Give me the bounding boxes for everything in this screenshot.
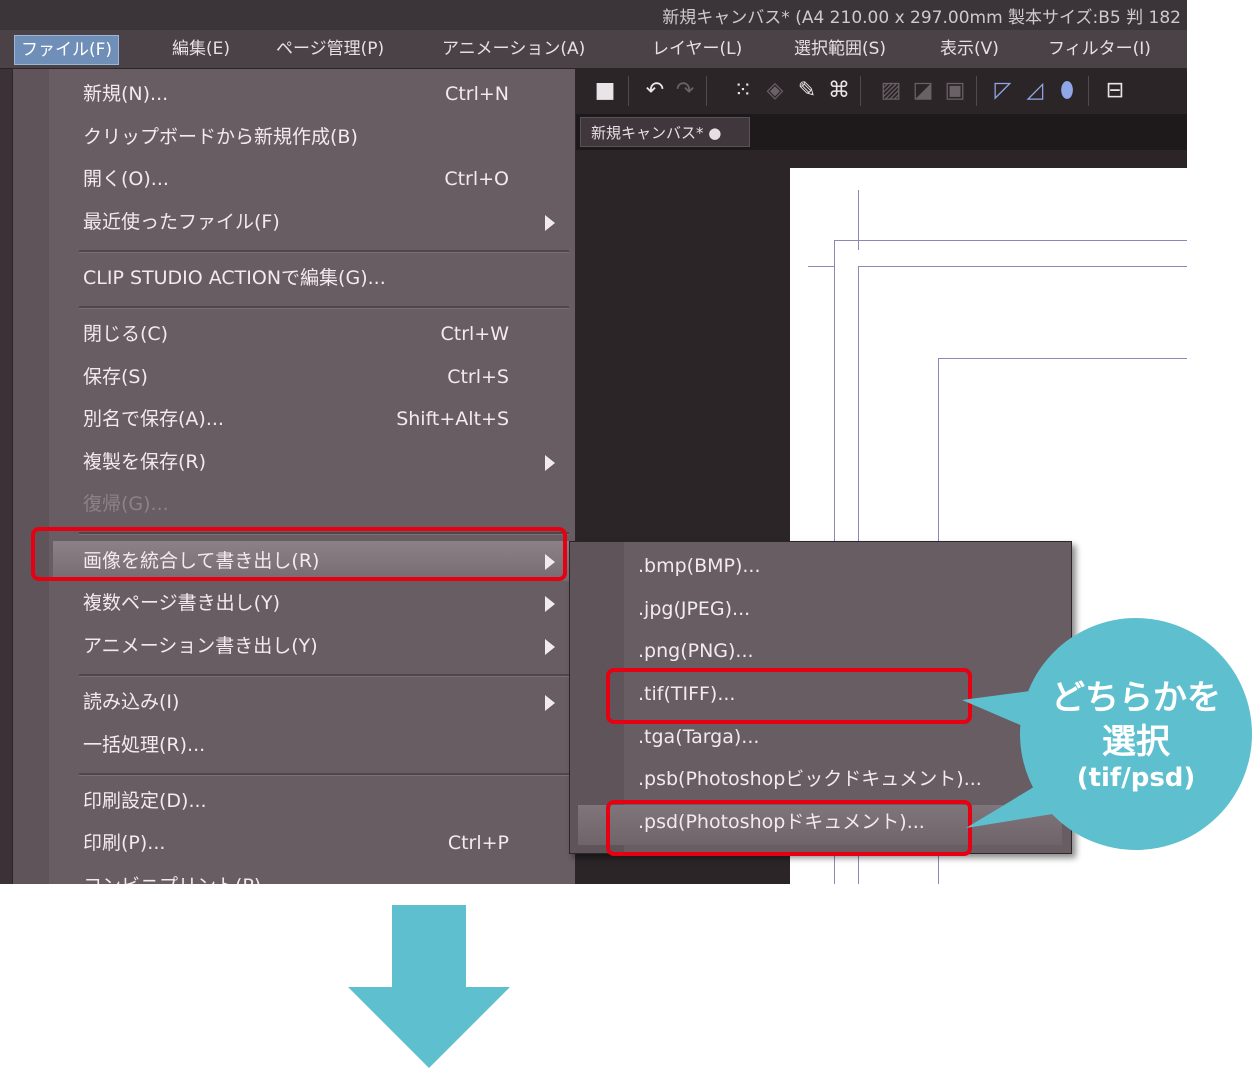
shortcut: Ctrl+W [440, 323, 509, 345]
snap-special-ruler-icon[interactable]: ◿ [1022, 78, 1048, 104]
crop-icon[interactable]: ▨ [878, 78, 904, 104]
save-icon[interactable]: ■ [592, 78, 618, 104]
menu-item-print-settings[interactable]: 印刷設定(D)... [83, 783, 555, 819]
submenu-arrow-icon [545, 639, 555, 655]
file-menu: 新規(N)... Ctrl+N クリップボードから新規作成(B) 開く(O)..… [12, 68, 576, 884]
crop-mark [858, 190, 859, 250]
transform-icon[interactable]: ⌘ [826, 78, 852, 104]
export-psb[interactable]: .psb(Photoshopビックドキュメント)... [638, 761, 982, 797]
menu-item-export-animation[interactable]: アニメーション書き出し(Y) [83, 628, 555, 664]
callout-line-3: (tif/psd) [1076, 763, 1196, 793]
down-arrow-icon [348, 905, 510, 1068]
crop-mark [808, 266, 834, 267]
menu-layer[interactable]: レイヤー(L) [646, 35, 748, 63]
menu-separator [79, 674, 569, 677]
menu-item-export-multiple[interactable]: 複数ページ書き出し(Y) [83, 585, 555, 621]
menu-item-close[interactable]: 閉じる(C) Ctrl+W [83, 316, 555, 352]
menu-gutter [13, 69, 49, 884]
invert-icon[interactable]: ◪ [910, 78, 936, 104]
menu-item-import[interactable]: 読み込み(I) [83, 684, 555, 720]
menu-separator [79, 250, 569, 253]
command-toolbar: ■ ↶ ↷ ⁙ ◈ ✎ ⌘ ▨ ◪ ▣ ◸ ◿ ⬮ ⊟ [572, 68, 1187, 114]
window-title: 新規キャンバス* (A4 210.00 x 297.00mm 製本サイズ:B5 … [662, 8, 1181, 28]
menu-item-revert: 復帰(G)... [83, 493, 169, 515]
shortcut: Ctrl+P [447, 832, 509, 854]
menu-selection[interactable]: 選択範囲(S) [788, 35, 892, 63]
shortcut: Ctrl+O [444, 168, 509, 190]
bleed-line [834, 240, 1187, 241]
callout-line-2: 選択 [1102, 722, 1170, 762]
trim-line [858, 266, 1187, 267]
document-tab-strip: 新規キャンバス* ● [572, 114, 1187, 150]
submenu-arrow-icon [545, 596, 555, 612]
menu-bar: ファイル(F) 編集(E) ページ管理(P) アニメーション(A) レイヤー(L… [0, 30, 1187, 69]
submenu-arrow-icon [545, 455, 555, 471]
menu-view[interactable]: 表示(V) [934, 35, 1005, 63]
shortcut: Shift+Alt+S [396, 408, 509, 430]
selection-border-icon[interactable]: ▣ [942, 78, 968, 104]
export-png[interactable]: .png(PNG)... [638, 633, 754, 669]
menu-file[interactable]: ファイル(F) [14, 35, 120, 65]
menu-item-batch-process[interactable]: 一括処理(R)... [83, 727, 555, 763]
callout-balloon: どちらかを 選択 (tif/psd) [1020, 618, 1252, 850]
menu-item-save-duplicate[interactable]: 複製を保存(R) [83, 444, 555, 480]
redo-icon[interactable]: ↷ [672, 78, 698, 104]
tab-new-canvas[interactable]: 新規キャンバス* ● [580, 117, 750, 147]
menu-item-convenience-print[interactable]: コンビニプリント(P) [83, 868, 555, 884]
inner-frame-line [938, 358, 1187, 359]
menu-animation[interactable]: アニメーション(A) [436, 35, 591, 63]
title-bar: 新規キャンバス* (A4 210.00 x 297.00mm 製本サイズ:B5 … [0, 0, 1187, 30]
highlight-box-export-single [31, 527, 567, 581]
submenu-arrow-icon [545, 215, 555, 231]
callout-line-1: どちらかを [1051, 678, 1221, 718]
menu-item-recent-files[interactable]: 最近使ったファイル(F) [83, 204, 555, 240]
export-bmp[interactable]: .bmp(BMP)... [638, 548, 761, 584]
submenu-arrow-icon [545, 695, 555, 711]
menu-edit[interactable]: 編集(E) [166, 35, 236, 63]
snap-ruler-icon[interactable]: ◸ [990, 78, 1016, 104]
export-jpg[interactable]: .jpg(JPEG)... [638, 591, 750, 627]
app-window: 新規キャンバス* (A4 210.00 x 297.00mm 製本サイズ:B5 … [0, 0, 1187, 884]
menu-filter[interactable]: フィルター(I) [1042, 35, 1157, 63]
menu-separator [79, 773, 569, 776]
highlight-box-tif [606, 668, 972, 724]
menu-item-new[interactable]: 新規(N)... Ctrl+N [83, 76, 555, 112]
menu-page-management[interactable]: ページ管理(P) [270, 35, 390, 63]
menu-item-save-as[interactable]: 別名で保存(A)... Shift+Alt+S [83, 401, 555, 437]
menu-separator [79, 306, 569, 309]
menu-item-open[interactable]: 開く(O)... Ctrl+O [83, 161, 555, 197]
undo-icon[interactable]: ↶ [642, 78, 668, 104]
fill-icon[interactable]: ✎ [794, 78, 820, 104]
shortcut: Ctrl+N [445, 83, 509, 105]
more-tools-icon[interactable]: ⊟ [1102, 78, 1128, 104]
snap-grid-icon[interactable]: ⬮ [1054, 78, 1080, 104]
menu-item-edit-in-action[interactable]: CLIP STUDIO ACTIONで編集(G)... [83, 260, 555, 296]
clear-icon[interactable]: ⁙ [730, 78, 756, 104]
menu-item-new-from-clipboard[interactable]: クリップボードから新規作成(B) [83, 119, 555, 155]
export-tga[interactable]: .tga(Targa)... [638, 719, 759, 755]
shortcut: Ctrl+S [447, 366, 509, 388]
highlight-box-psd [606, 800, 972, 856]
clear-outside-icon[interactable]: ◈ [762, 78, 788, 104]
menu-item-save[interactable]: 保存(S) Ctrl+S [83, 359, 555, 395]
menu-item-print[interactable]: 印刷(P)... Ctrl+P [83, 825, 555, 861]
